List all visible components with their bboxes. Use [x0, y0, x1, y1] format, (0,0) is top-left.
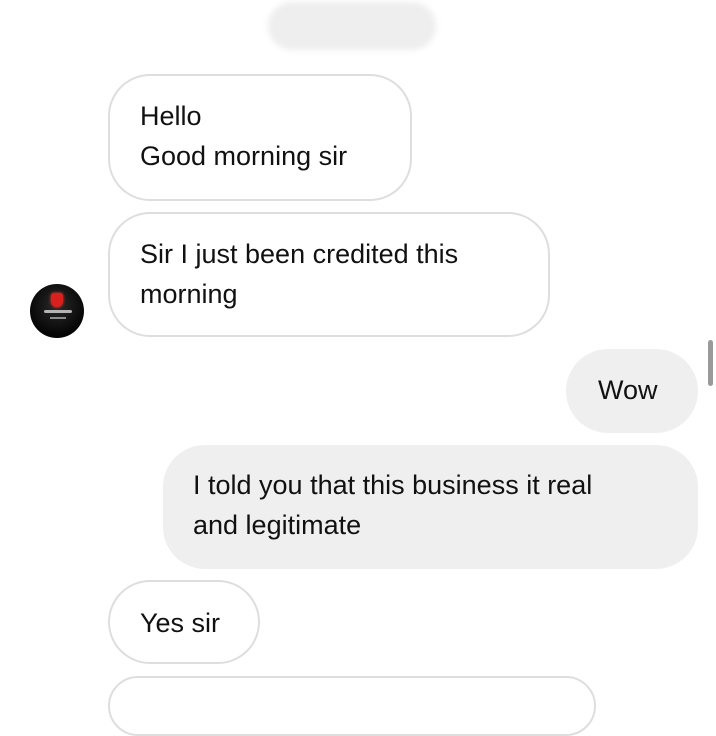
message-bubble-incoming-partial[interactable] — [108, 676, 596, 736]
avatar-logo-script — [44, 310, 72, 313]
message-text: morning — [140, 279, 238, 309]
message-text: I told you that this business it real — [193, 470, 593, 500]
avatar-logo-icon — [51, 293, 63, 307]
message-text: and legitimate — [193, 510, 362, 540]
message-text: Good morning sir — [140, 141, 348, 171]
message-text: Wow — [598, 375, 658, 405]
message-text: Yes sir — [140, 608, 221, 638]
scrollbar-thumb[interactable] — [708, 340, 713, 386]
message-bubble-incoming[interactable]: Yes sir — [108, 580, 260, 664]
message-text: Sir I just been credited this — [140, 239, 459, 269]
contact-avatar[interactable] — [30, 284, 84, 338]
message-text: Hello — [140, 101, 202, 131]
message-bubble-outgoing[interactable]: I told you that this business it real an… — [163, 445, 698, 569]
message-bubble-incoming[interactable]: Sir I just been credited this morning — [108, 212, 550, 337]
avatar-logo-subtext — [50, 317, 66, 319]
message-bubble-outgoing[interactable]: Wow — [566, 349, 698, 433]
blurred-contact-name — [268, 2, 436, 50]
message-bubble-incoming[interactable]: Hello Good morning sir — [108, 74, 412, 201]
